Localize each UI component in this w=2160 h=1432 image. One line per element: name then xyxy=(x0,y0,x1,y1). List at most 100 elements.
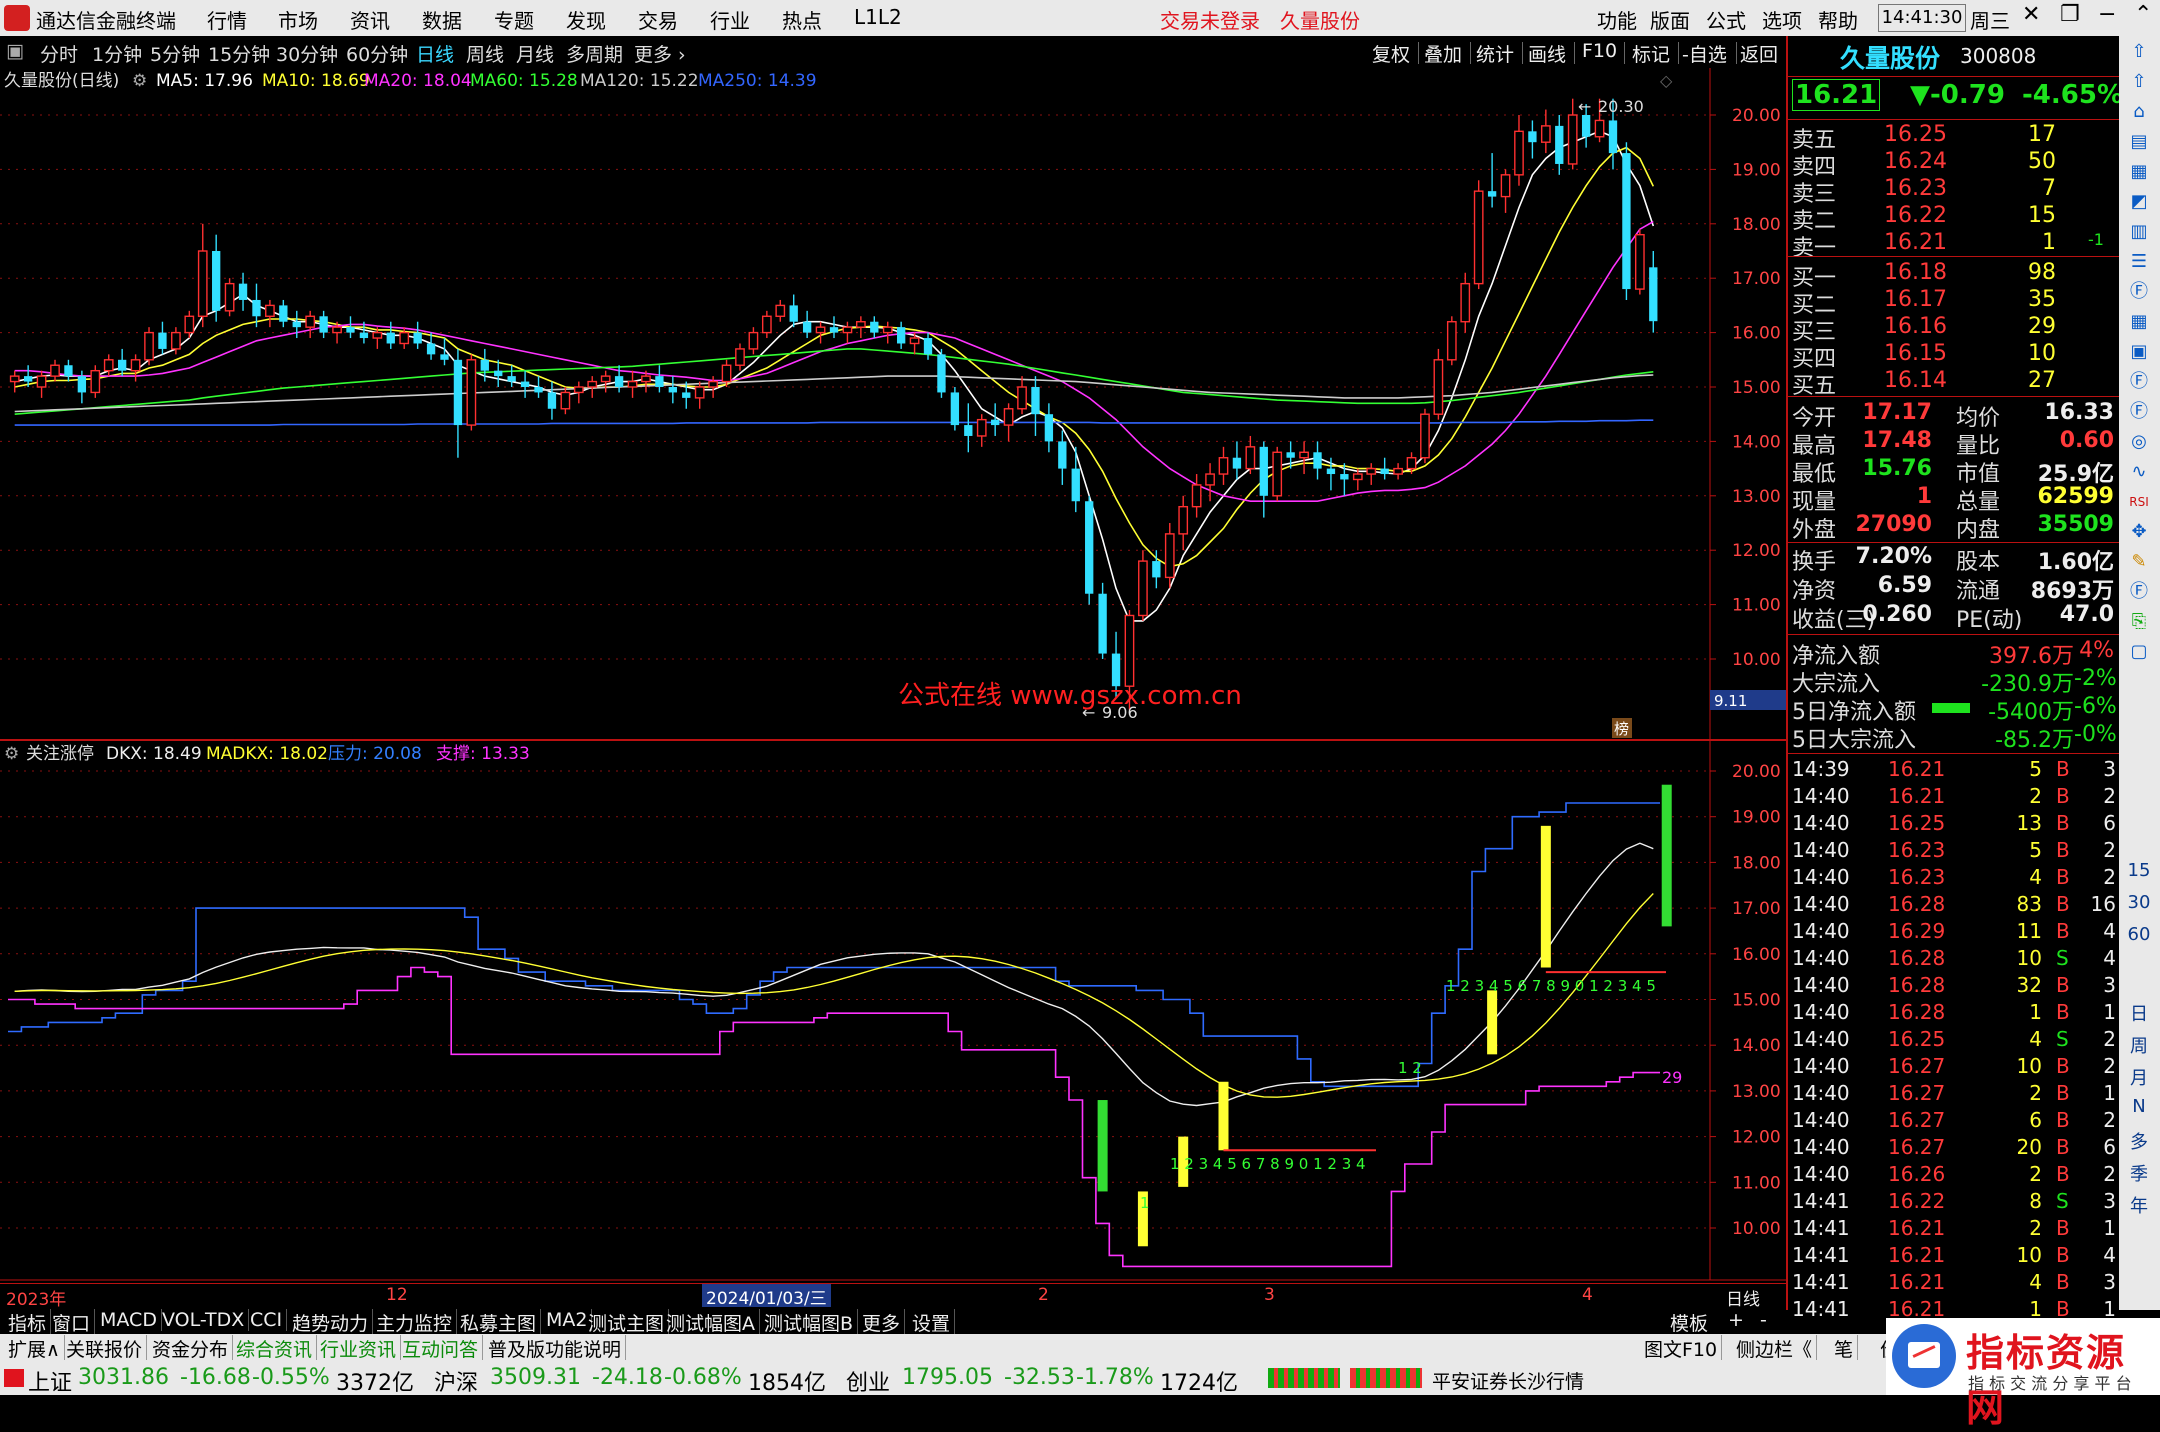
sub-toggle-icon[interactable]: ⚙ xyxy=(4,744,19,764)
pen-icon[interactable]: ✎ xyxy=(2127,550,2151,574)
menu-item-shichang[interactable]: 市场 xyxy=(278,5,318,34)
grid-icon[interactable]: ▦ xyxy=(2127,310,2151,334)
template-tab[interactable]: + xyxy=(1724,1309,1748,1331)
tool-zixuan[interactable]: -自选 xyxy=(1682,40,1727,67)
doc-icon[interactable]: ▣ xyxy=(2127,340,2151,364)
share-icon[interactable]: ⎘ xyxy=(2127,610,2151,634)
index-name[interactable]: 上证 xyxy=(28,1365,72,1397)
extension-tab[interactable]: 关联报价 xyxy=(62,1335,148,1362)
close-icon[interactable]: ✕ xyxy=(2022,2,2040,27)
period-n[interactable]: N xyxy=(2127,1096,2151,1117)
menu-item-zixun[interactable]: 资讯 xyxy=(350,5,390,34)
tool-diejia[interactable]: 叠加 xyxy=(1424,40,1462,67)
tool-huaxian[interactable]: 画线 xyxy=(1528,40,1566,67)
menu-item-gongshi[interactable]: 公式 xyxy=(1706,5,1746,34)
window-icon[interactable]: ▢ xyxy=(2127,640,2151,664)
menu-item-gongneng[interactable]: 功能 xyxy=(1597,5,1637,34)
period-nian[interactable]: 年 xyxy=(2127,1192,2151,1218)
extension-tab[interactable]: 行业资讯 xyxy=(316,1335,402,1362)
indicator-tab[interactable]: 测试幅图A xyxy=(662,1309,760,1336)
index-name[interactable]: 沪深 xyxy=(434,1365,478,1397)
indicator-tab[interactable]: 指标 xyxy=(4,1309,52,1336)
indicator-tab[interactable]: 主力监控 xyxy=(372,1309,458,1336)
move-icon[interactable]: ✥ xyxy=(2127,520,2151,544)
arrow-up-icon[interactable]: ⇧ xyxy=(2127,40,2151,64)
side-tab[interactable]: 侧边栏《 xyxy=(1732,1335,1818,1362)
indicator-tab[interactable]: VOL-TDX xyxy=(158,1309,250,1331)
menu-item-banmian[interactable]: 版面 xyxy=(1650,5,1690,34)
side-tab[interactable]: 图文F10 xyxy=(1640,1335,1723,1362)
indicator-tab[interactable]: 窗口 xyxy=(48,1309,96,1336)
minimize-icon[interactable]: − xyxy=(2098,2,2116,27)
period-ri[interactable]: 日 xyxy=(2127,1000,2151,1026)
period-60min[interactable]: 60分钟 xyxy=(346,40,408,67)
tool-f10[interactable]: F10 xyxy=(1582,40,1617,62)
tool-biaoji[interactable]: 标记 xyxy=(1632,40,1670,67)
restore-icon[interactable]: ❐ xyxy=(2060,2,2080,27)
menu-item-bangzhu[interactable]: 帮助 xyxy=(1818,5,1858,34)
period-30[interactable]: 30 xyxy=(2127,892,2151,913)
period-yue[interactable]: 月 xyxy=(2127,1064,2151,1090)
period-15[interactable]: 15 xyxy=(2127,860,2151,881)
period-weekly[interactable]: 周线 xyxy=(466,40,504,67)
indicator-tab[interactable]: 更多 xyxy=(858,1309,906,1336)
menu-item-faxian[interactable]: 发现 xyxy=(566,5,606,34)
home-icon[interactable]: ⌂ xyxy=(2127,100,2151,124)
extension-tab[interactable]: 扩展∧ xyxy=(4,1335,65,1362)
tool-tongji[interactable]: 统计 xyxy=(1476,40,1514,67)
chart-area[interactable]: 久量股份(日线) ⚙ MA5: 17.96 MA10: 18.69 MA20: … xyxy=(0,68,1786,1283)
indicator-tab[interactable]: CCI xyxy=(246,1309,288,1331)
menu-item-zhuanti[interactable]: 专题 xyxy=(494,5,534,34)
collapse-icon[interactable]: ⌃ xyxy=(2134,2,2152,27)
extension-tab[interactable]: 综合资讯 xyxy=(232,1335,318,1362)
indicator-tab[interactable]: MACD xyxy=(96,1309,162,1331)
panel-toggle-icon[interactable]: ▣ xyxy=(6,40,24,62)
extension-tab[interactable]: 资金分布 xyxy=(148,1335,234,1362)
indicator-tab[interactable]: 测试主图 xyxy=(584,1309,670,1336)
f3-icon[interactable]: Ⓕ xyxy=(2127,400,2151,424)
period-60[interactable]: 60 xyxy=(2127,924,2151,945)
period-5min[interactable]: 5分钟 xyxy=(150,40,200,67)
menu-item-hangqing[interactable]: 行情 xyxy=(207,5,247,34)
template-tab[interactable]: - xyxy=(1756,1309,1771,1331)
trade-login-notice[interactable]: 交易未登录 xyxy=(1160,5,1260,34)
settings-icon[interactable]: ⚙ xyxy=(132,71,147,91)
indicator-tab[interactable]: 测试幅图B xyxy=(760,1309,859,1336)
period-more[interactable]: 更多 › xyxy=(634,40,686,67)
kline-icon[interactable]: ▥ xyxy=(2127,220,2151,244)
period-multi[interactable]: 多周期 xyxy=(566,40,623,67)
period-1min[interactable]: 1分钟 xyxy=(92,40,142,67)
f2-icon[interactable]: Ⓕ xyxy=(2127,370,2151,394)
extension-tab[interactable]: 互动问答 xyxy=(398,1335,484,1362)
list-icon[interactable]: ☰ xyxy=(2127,250,2151,274)
template-tab[interactable]: 模板 xyxy=(1666,1309,1712,1336)
indicator-tab[interactable]: 私募主图 xyxy=(456,1309,542,1336)
menu-item-shuju[interactable]: 数据 xyxy=(422,5,462,34)
menu-item-redian[interactable]: 热点 xyxy=(782,5,822,34)
index-name[interactable]: 创业 xyxy=(846,1365,890,1397)
period-daily[interactable]: 日线 xyxy=(416,40,454,67)
table-icon[interactable]: ▦ xyxy=(2127,160,2151,184)
period-zhou[interactable]: 周 xyxy=(2127,1032,2151,1058)
arrow-up-alt-icon[interactable]: ⇧ xyxy=(2127,70,2151,94)
line-chart-icon[interactable]: ◩ xyxy=(2127,190,2151,214)
menu-item-hangye[interactable]: 行业 xyxy=(710,5,750,34)
period-15min[interactable]: 15分钟 xyxy=(208,40,270,67)
period-duo[interactable]: 多 xyxy=(2127,1128,2151,1154)
indicator-tab[interactable]: 设置 xyxy=(908,1309,956,1336)
menu-item-xuanxiang[interactable]: 选项 xyxy=(1762,5,1802,34)
period-ji[interactable]: 季 xyxy=(2127,1160,2151,1186)
wave-icon[interactable]: ∿ xyxy=(2127,460,2151,484)
extension-tab[interactable]: 普及版功能说明 xyxy=(484,1335,627,1362)
circle-icon[interactable]: ◎ xyxy=(2127,430,2151,454)
side-tab[interactable]: 笔 xyxy=(1830,1335,1859,1362)
tool-fanhui[interactable]: 返回 xyxy=(1740,40,1778,67)
rsi-icon[interactable]: RSI xyxy=(2127,490,2151,514)
menu-item-jiaoyi[interactable]: 交易 xyxy=(638,5,678,34)
period-fenshi[interactable]: 分时 xyxy=(40,40,78,67)
menu-item-l1l2[interactable]: L1L2 xyxy=(854,5,902,29)
period-monthly[interactable]: 月线 xyxy=(516,40,554,67)
news-icon[interactable]: ▤ xyxy=(2127,130,2151,154)
period-30min[interactable]: 30分钟 xyxy=(276,40,338,67)
fs-icon[interactable]: Ⓕ xyxy=(2127,580,2151,604)
